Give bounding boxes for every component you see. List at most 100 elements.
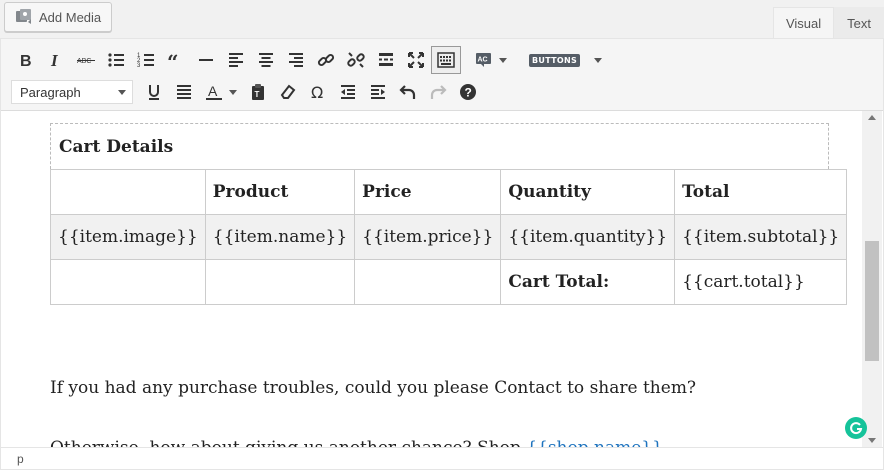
table-header-cell: Price [354, 169, 502, 215]
align-left-icon [229, 53, 243, 67]
undo-button[interactable] [393, 78, 423, 106]
text-color-button[interactable]: A [199, 78, 229, 106]
grammarly-icon[interactable] [845, 417, 867, 439]
undo-icon [399, 85, 416, 99]
paste-text-button[interactable]: T [243, 78, 273, 106]
table-header-row: Product Price Quantity Total [50, 169, 848, 215]
table-cell: {{item.price}} [354, 214, 502, 260]
toolbar-toggle-icon [437, 52, 455, 68]
fullscreen-button[interactable] [401, 46, 431, 74]
element-path[interactable]: p [17, 452, 24, 466]
special-character-icon: Ω [311, 83, 323, 102]
table-header-cell: Quantity [500, 169, 676, 215]
table-cell [204, 259, 356, 305]
svg-text:“: “ [167, 50, 179, 70]
blockquote-button[interactable]: “ [161, 46, 191, 74]
paste-text-icon: T [252, 84, 264, 100]
redo-icon [430, 85, 447, 99]
link-icon [317, 53, 335, 67]
editor-frame: B I ABC 123 “ AC BUTTONS Paragraph A T Ω… [0, 38, 884, 470]
table-cell [50, 259, 206, 305]
underline-icon [149, 85, 159, 100]
tab-visual[interactable]: Visual [772, 7, 835, 38]
spellcheck-dropdown-caret[interactable] [499, 57, 507, 63]
table-cell: {{item.name}} [204, 214, 356, 260]
outdent-button[interactable] [333, 78, 363, 106]
table-header-cell: Product [204, 169, 356, 215]
svg-text:A: A [208, 83, 218, 99]
blockquote-icon: “ [167, 50, 179, 70]
paragraph-period: . [663, 438, 668, 447]
svg-text:?: ? [465, 86, 472, 100]
strikethrough-button[interactable]: ABC [71, 46, 101, 74]
buttons-dropdown-caret[interactable] [594, 57, 603, 63]
editor-tabs: Visual Text [772, 7, 884, 38]
tab-text[interactable]: Text [834, 7, 884, 38]
justify-button[interactable] [169, 78, 199, 106]
content-body: Cart Details Product Price Quantity Tota… [50, 111, 848, 447]
justify-icon [177, 85, 191, 99]
read-more-button[interactable] [371, 46, 401, 74]
add-media-button[interactable]: Add Media [4, 2, 113, 32]
align-right-button[interactable] [281, 46, 311, 74]
cart-details-title: Cart Details [50, 123, 829, 169]
table-cell: {{item.subtotal}} [674, 214, 848, 260]
svg-text:B: B [20, 53, 32, 70]
bullet-list-icon [108, 53, 124, 67]
toolbar-row-1: B I ABC 123 “ AC BUTTONS [11, 45, 603, 75]
underline-button[interactable] [139, 78, 169, 106]
fullscreen-icon [408, 52, 424, 68]
svg-text:T: T [255, 90, 260, 99]
align-center-icon [259, 53, 273, 67]
unlink-button[interactable] [341, 46, 371, 74]
align-center-button[interactable] [251, 46, 281, 74]
align-left-button[interactable] [221, 46, 251, 74]
svg-text:ABC: ABC [77, 58, 91, 65]
scroll-down-arrow-icon[interactable] [868, 438, 876, 443]
numbered-list-button[interactable]: 123 [131, 46, 161, 74]
chevron-down-icon [118, 89, 126, 95]
format-select[interactable]: Paragraph [11, 80, 133, 104]
svg-text:I: I [50, 51, 59, 70]
table-header-cell: Total [674, 169, 848, 215]
bold-button[interactable]: B [11, 46, 41, 74]
table-total-row: Cart Total: {{cart.total}} [50, 259, 848, 305]
special-character-button[interactable]: Ω [303, 78, 333, 106]
spellcheck-icon: AC [476, 53, 491, 67]
paragraph-troubles: If you had any purchase troubles, could … [50, 378, 697, 398]
buttons-icon[interactable]: BUTTONS [529, 53, 581, 67]
spellcheck-button[interactable]: AC [469, 46, 499, 74]
horizontal-rule-icon [199, 59, 213, 61]
link-button[interactable] [311, 46, 341, 74]
help-button[interactable]: ? [453, 78, 483, 106]
table-cell: {{item.image}} [50, 214, 206, 260]
text-color-icon: A [206, 83, 222, 100]
text-color-dropdown-caret[interactable] [229, 89, 237, 95]
bullet-list-button[interactable] [101, 46, 131, 74]
clear-formatting-button[interactable] [273, 78, 303, 106]
help-icon: ? [460, 84, 476, 100]
unlink-icon [347, 52, 365, 68]
toolbar-toggle-button[interactable] [431, 46, 461, 74]
table-header-cell [50, 169, 206, 215]
editor-statusbar: p [1, 447, 883, 469]
scroll-thumb[interactable] [865, 241, 879, 361]
table-row: {{item.image}} {{item.name}} {{item.pric… [50, 214, 848, 260]
paragraph-text: Otherwise, how about giving us another c… [50, 438, 526, 447]
bold-icon: B [20, 53, 32, 70]
editor-content[interactable]: Cart Details Product Price Quantity Tota… [1, 111, 863, 447]
svg-text:Ω: Ω [311, 83, 323, 102]
redo-button[interactable] [423, 78, 453, 106]
outdent-icon [341, 85, 355, 99]
italic-button[interactable]: I [41, 46, 71, 74]
editor-top-row: Add Media Visual Text [0, 0, 884, 38]
italic-icon: I [50, 51, 59, 70]
scroll-up-arrow-icon[interactable] [868, 115, 876, 120]
indent-button[interactable] [363, 78, 393, 106]
content-scrollbar[interactable] [862, 111, 882, 447]
table-cell: {{item.quantity}} [500, 214, 676, 260]
horizontal-rule-button[interactable] [191, 46, 221, 74]
table-cell [354, 259, 502, 305]
editor-toolbar: B I ABC 123 “ AC BUTTONS Paragraph A T Ω… [1, 39, 883, 111]
shop-name-link[interactable]: {{shop.name}} [526, 438, 663, 447]
